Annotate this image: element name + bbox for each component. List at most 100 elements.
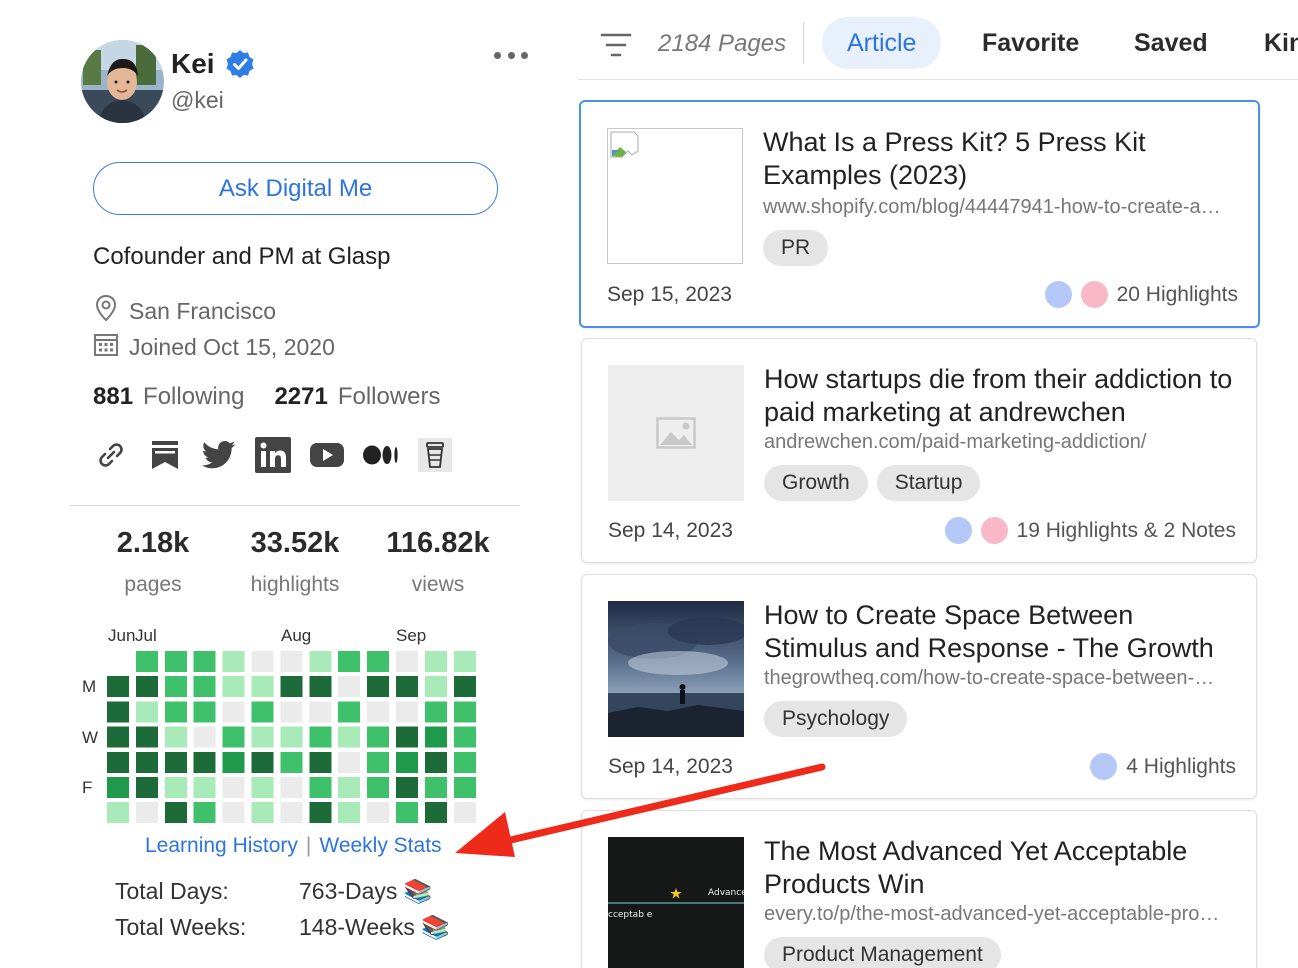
youtube-icon[interactable] — [309, 436, 345, 474]
heatmap-cell[interactable] — [193, 777, 216, 798]
heatmap-cell[interactable] — [309, 651, 332, 672]
heatmap-cell[interactable] — [424, 726, 447, 748]
heatmap-cell[interactable] — [396, 777, 418, 798]
heatmap-cell[interactable] — [424, 676, 447, 698]
heatmap-cell[interactable] — [424, 777, 447, 798]
ask-digital-me-button[interactable]: Ask Digital Me — [93, 162, 498, 215]
tag-chip[interactable]: Growth — [764, 465, 868, 501]
tag-chip[interactable]: Product Management — [764, 937, 1001, 968]
heatmap-cell[interactable] — [280, 651, 303, 672]
bookmark-icon[interactable] — [147, 436, 183, 474]
article-title[interactable]: How to Create Space Between Stimulus and… — [764, 599, 1234, 665]
stat-pages[interactable]: 2.18k pages — [83, 527, 223, 597]
heatmap-cell[interactable] — [193, 651, 216, 672]
heatmap-cell[interactable] — [251, 802, 274, 824]
heatmap-cell[interactable] — [338, 802, 361, 824]
heatmap-cell[interactable] — [453, 651, 476, 672]
heatmap-cell[interactable] — [309, 751, 332, 773]
heatmap-cell[interactable] — [309, 802, 332, 824]
heatmap-cell[interactable] — [338, 676, 361, 698]
tab-favorite[interactable]: Favorite — [982, 17, 1079, 69]
heatmap-cell[interactable] — [193, 751, 216, 773]
heatmap-cell[interactable] — [309, 676, 332, 698]
heatmap-cell[interactable] — [309, 726, 332, 748]
heatmap-cell[interactable] — [107, 751, 129, 773]
stat-views[interactable]: 116.82k views — [368, 527, 508, 597]
tab-saved[interactable]: Saved — [1134, 17, 1208, 69]
article-card[interactable]: What Is a Press Kit? 5 Press Kit Example… — [579, 100, 1260, 328]
heatmap-cell[interactable] — [280, 777, 303, 798]
stat-highlights[interactable]: 33.52k highlights — [225, 527, 365, 597]
heatmap-cell[interactable] — [164, 777, 187, 798]
heatmap-cell[interactable] — [396, 726, 418, 748]
article-url[interactable]: every.to/p/the-most-advanced-yet-accepta… — [764, 903, 1224, 926]
article-title[interactable]: What Is a Press Kit? 5 Press Kit Example… — [763, 126, 1233, 192]
filter-icon[interactable] — [600, 32, 632, 63]
heatmap-cell[interactable] — [453, 676, 476, 698]
heatmap-cell[interactable] — [338, 751, 361, 773]
heatmap-cell[interactable] — [164, 726, 187, 748]
heatmap-cell[interactable] — [280, 676, 303, 698]
article-title[interactable]: How startups die from their addiction to… — [764, 363, 1234, 429]
linkedin-icon[interactable] — [255, 436, 291, 474]
tag-chip[interactable]: Startup — [876, 465, 981, 501]
heatmap-cell[interactable] — [338, 726, 361, 748]
heatmap-cell[interactable] — [424, 802, 447, 824]
heatmap-cell[interactable] — [367, 676, 390, 698]
following-label[interactable]: Following — [143, 383, 244, 411]
link-icon[interactable] — [93, 436, 129, 474]
heatmap-cell[interactable] — [396, 651, 418, 672]
heatmap-cell[interactable] — [338, 651, 361, 672]
heatmap-cell[interactable] — [367, 751, 390, 773]
tag-chip[interactable]: PR — [763, 230, 829, 266]
heatmap-cell[interactable] — [193, 701, 216, 723]
heatmap-cell[interactable] — [453, 701, 476, 723]
following-count[interactable]: 881 — [93, 383, 133, 411]
heatmap-cell[interactable] — [280, 802, 303, 824]
heatmap-cell[interactable] — [367, 726, 390, 748]
heatmap-cell[interactable] — [453, 802, 476, 824]
heatmap-cell[interactable] — [424, 751, 447, 773]
article-title[interactable]: The Most Advanced Yet Acceptable Product… — [764, 835, 1234, 901]
heatmap-cell[interactable] — [453, 751, 476, 773]
heatmap-cell[interactable] — [251, 651, 274, 672]
heatmap-cell[interactable] — [222, 777, 245, 798]
heatmap-cell[interactable] — [107, 802, 129, 824]
more-options-icon[interactable] — [494, 42, 528, 68]
weekly-stats-link[interactable]: Weekly Stats — [319, 834, 441, 858]
heatmap-cell[interactable] — [367, 701, 390, 723]
tab-kindle[interactable]: Kindle — [1264, 17, 1298, 69]
heatmap-cell[interactable] — [251, 676, 274, 698]
heatmap-cell[interactable] — [164, 676, 187, 698]
heatmap-cell[interactable] — [193, 802, 216, 824]
heatmap-cell[interactable] — [193, 676, 216, 698]
medium-icon[interactable] — [363, 436, 399, 474]
heatmap-cell[interactable] — [135, 777, 158, 798]
heatmap-cell[interactable] — [135, 651, 158, 672]
coffee-icon[interactable] — [417, 436, 453, 474]
heatmap-cell[interactable] — [164, 701, 187, 723]
tag-chip[interactable]: Psychology — [764, 701, 908, 737]
article-card[interactable]: Advance cceptab e The Most Advanced Yet … — [581, 810, 1257, 968]
heatmap-cell[interactable] — [280, 726, 303, 748]
heatmap-cell[interactable] — [251, 751, 274, 773]
heatmap-cell[interactable] — [222, 651, 245, 672]
heatmap-cell[interactable] — [107, 701, 129, 723]
heatmap-cell[interactable] — [135, 802, 158, 824]
heatmap-cell[interactable] — [107, 777, 129, 798]
heatmap-cell[interactable] — [338, 777, 361, 798]
heatmap-cell[interactable] — [280, 701, 303, 723]
heatmap-cell[interactable] — [280, 751, 303, 773]
heatmap-cell[interactable] — [367, 777, 390, 798]
heatmap-cell[interactable] — [424, 651, 447, 672]
twitter-icon[interactable] — [201, 436, 237, 474]
heatmap-cell[interactable] — [251, 777, 274, 798]
heatmap-cell[interactable] — [251, 701, 274, 723]
heatmap-cell[interactable] — [222, 701, 245, 723]
heatmap-cell[interactable] — [453, 777, 476, 798]
heatmap-cell[interactable] — [222, 676, 245, 698]
heatmap-cell[interactable] — [135, 676, 158, 698]
heatmap-cell[interactable] — [309, 777, 332, 798]
heatmap-cell[interactable] — [135, 701, 158, 723]
followers-count[interactable]: 2271 — [274, 383, 327, 411]
